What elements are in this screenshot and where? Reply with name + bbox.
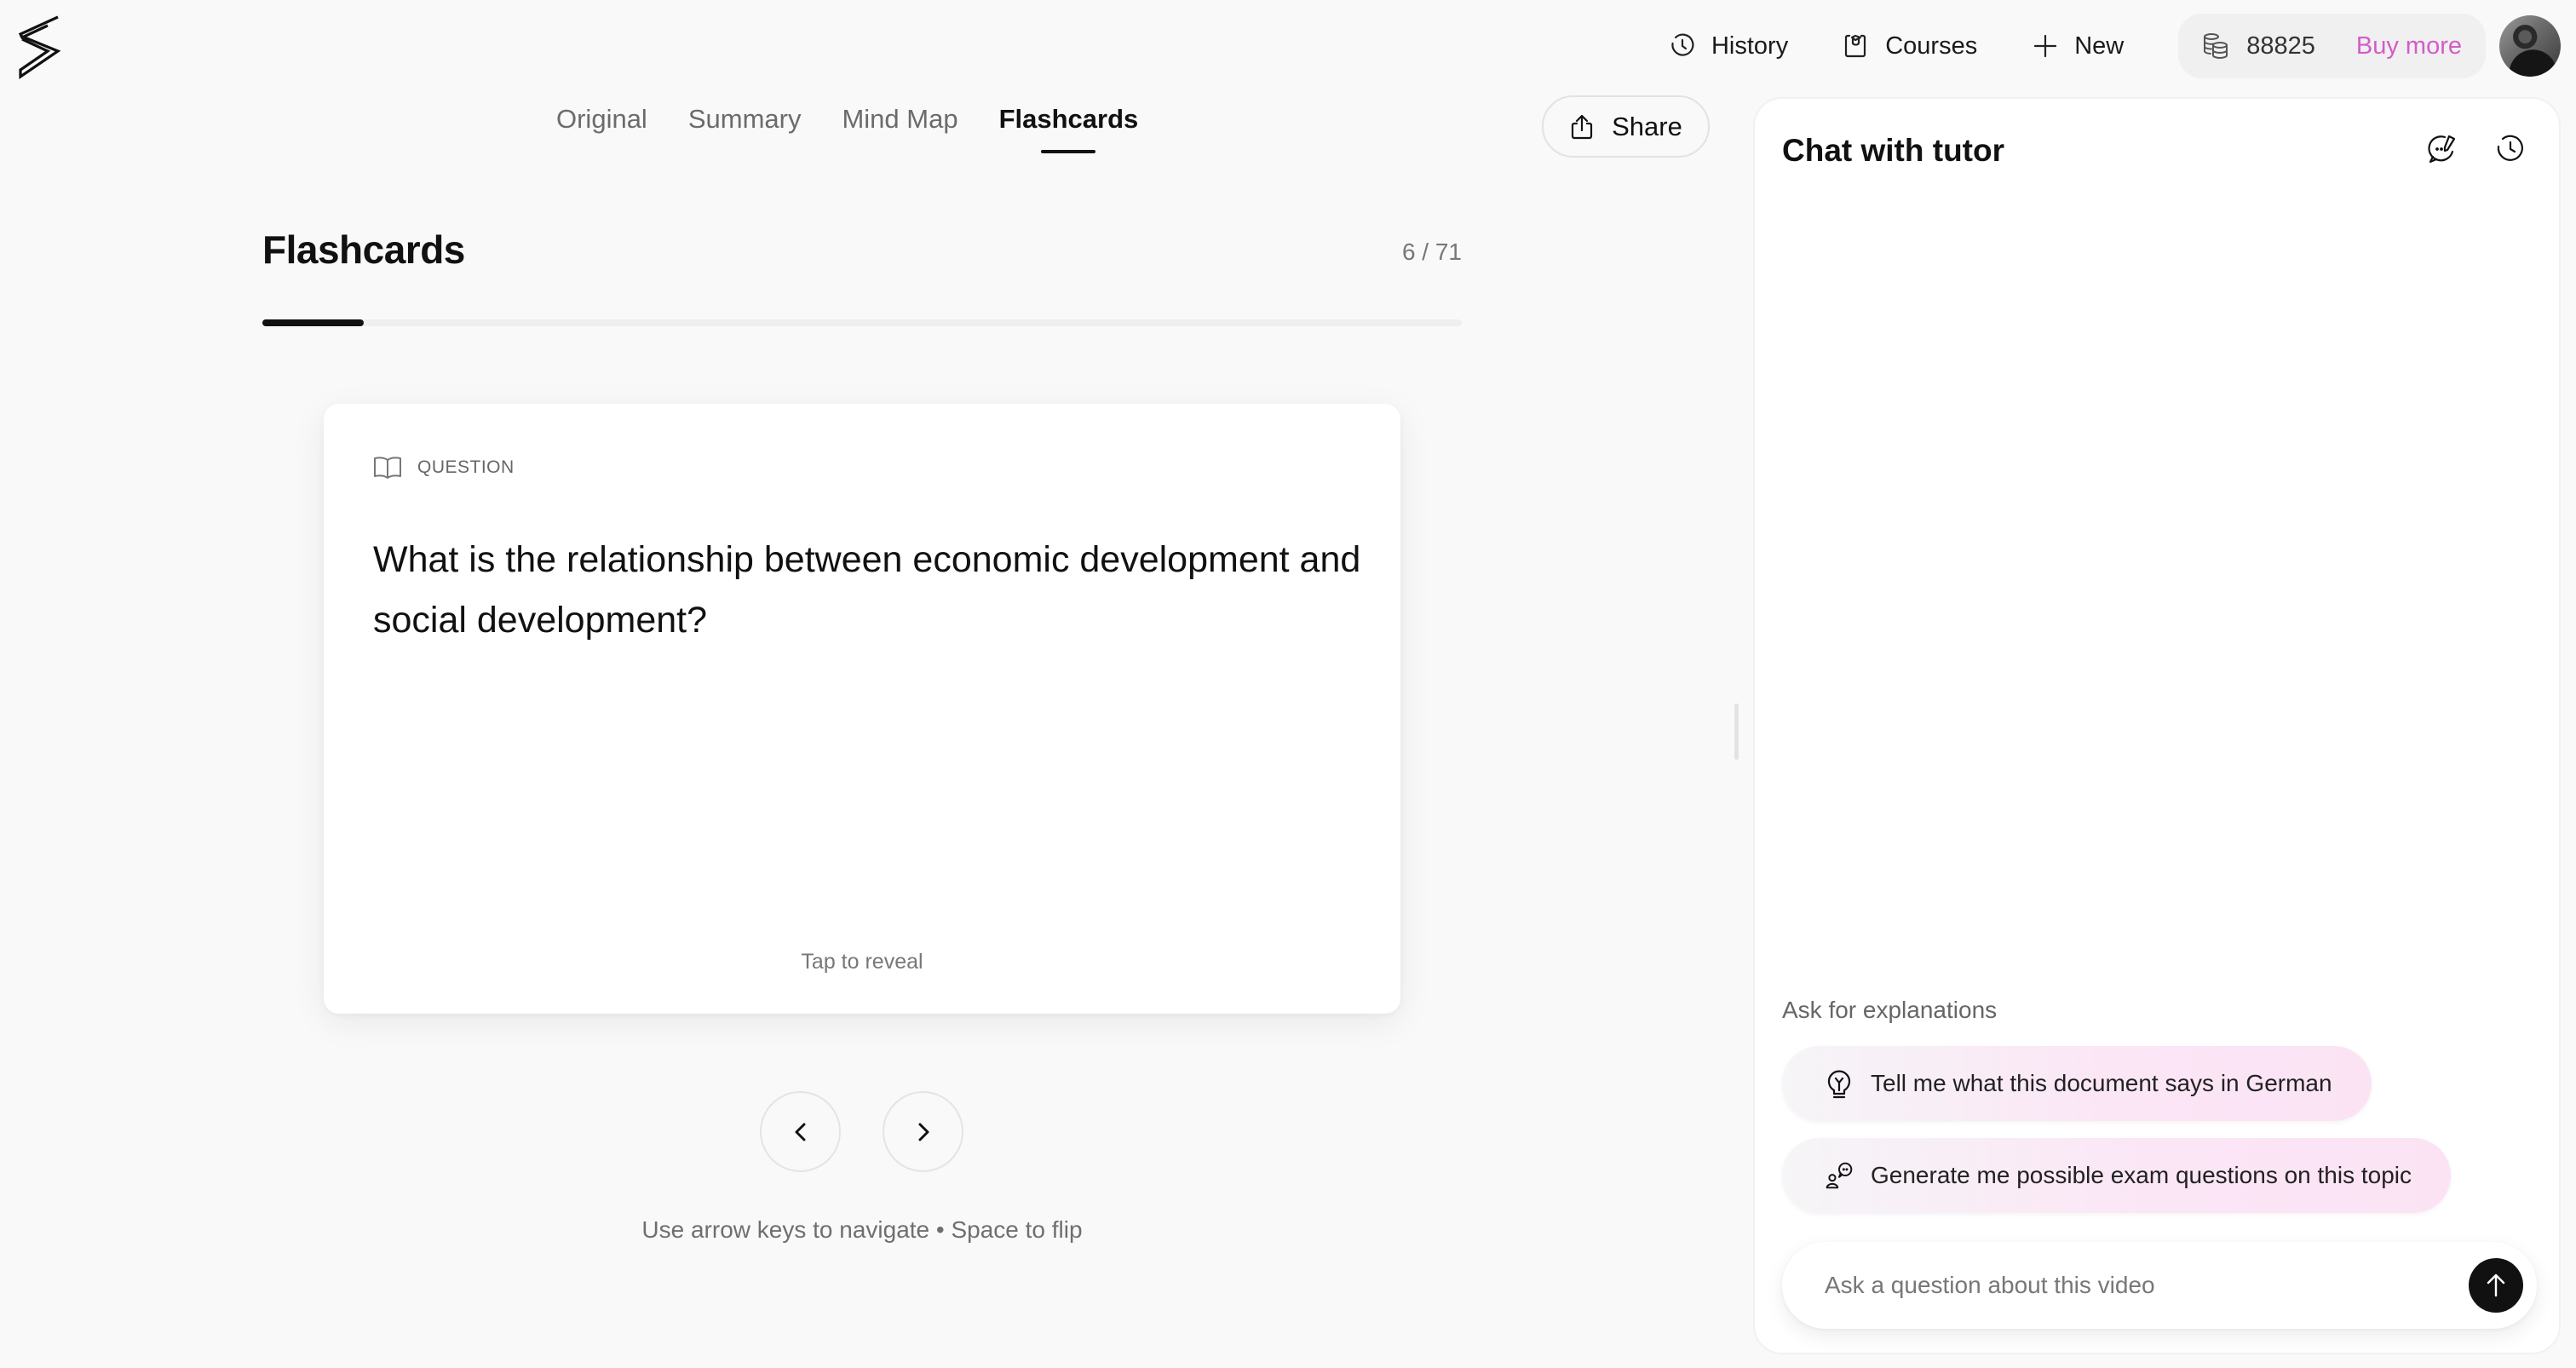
chevron-right-icon (918, 1123, 929, 1141)
top-navigation: History Courses New 88825 Buy more (1669, 14, 2561, 78)
chat-input[interactable] (1825, 1272, 2469, 1299)
keyboard-hint: Use arrow keys to navigate • Space to fl… (641, 1216, 1083, 1243)
credits-balance: 88825 (2246, 32, 2315, 60)
next-card-button[interactable] (883, 1091, 963, 1172)
chat-input-container (1782, 1242, 2537, 1329)
suggestion-text: Generate me possible exam questions on t… (1871, 1162, 2412, 1188)
card-type-label: QUESTION (373, 455, 515, 480)
history-label: History (1711, 32, 1789, 60)
previous-card-button[interactable] (760, 1091, 841, 1172)
suggestion-german-translation[interactable]: Tell me what this document says in Germa… (1782, 1046, 2372, 1121)
history-clock-icon (1671, 33, 1694, 56)
lightbulb-icon (1827, 1070, 1851, 1099)
share-upload-icon (1572, 114, 1593, 139)
share-button[interactable]: Share (1542, 95, 1710, 158)
courses-button[interactable]: Courses (1843, 32, 1977, 60)
open-book-icon (374, 457, 401, 479)
user-avatar[interactable] (2499, 15, 2561, 77)
coins-stack-icon (2204, 33, 2228, 59)
tab-summary[interactable]: Summary (688, 104, 802, 150)
view-tabs: Original Summary Mind Map Flashcards (556, 104, 1138, 150)
flashcard[interactable]: QUESTION What is the relationship betwee… (324, 404, 1400, 1014)
new-chat-icon (2428, 135, 2456, 164)
arrow-up-icon (2487, 1273, 2505, 1297)
send-button[interactable] (2469, 1258, 2523, 1313)
panel-resize-handle[interactable] (1734, 704, 1739, 760)
suggestion-text: Tell me what this document says in Germa… (1871, 1070, 2332, 1096)
courses-icon (1845, 34, 1866, 58)
suggestion-exam-questions[interactable]: Generate me possible exam questions on t… (1782, 1138, 2452, 1213)
buy-more-link[interactable]: Buy more (2356, 32, 2462, 60)
history-button[interactable]: History (1669, 32, 1788, 60)
chat-header-actions (2426, 133, 2527, 165)
page-title: Flashcards (262, 227, 465, 272)
chat-panel: Chat with tutor Ask for explanations Tel… (1753, 97, 2561, 1354)
person-speech-icon (1826, 1162, 1853, 1189)
card-counter: 6 / 71 (1401, 239, 1462, 265)
new-button[interactable]: New (2032, 32, 2124, 60)
app-logo[interactable] (15, 14, 66, 80)
card-type-text: QUESTION (417, 457, 515, 477)
progress-bar (262, 319, 1462, 326)
courses-label: Courses (1885, 32, 1978, 60)
chat-history-icon (2497, 135, 2523, 161)
card-question: What is the relationship between economi… (373, 539, 1361, 641)
new-chat-button[interactable] (2426, 133, 2458, 165)
plus-icon (2034, 34, 2057, 58)
tab-mind-map[interactable]: Mind Map (842, 104, 957, 150)
suggestions-label: Ask for explanations (1782, 997, 1998, 1023)
chat-title: Chat with tutor (1782, 133, 2005, 168)
lightning-s-logo-icon (18, 15, 61, 80)
tab-original[interactable]: Original (556, 104, 647, 150)
tab-flashcards[interactable]: Flashcards (999, 104, 1139, 150)
progress-fill (262, 319, 364, 326)
new-label: New (2074, 32, 2125, 60)
credits-pill: 88825 Buy more (2178, 14, 2486, 78)
chevron-left-icon (795, 1123, 805, 1141)
chat-history-button[interactable] (2494, 133, 2527, 165)
tap-to-reveal-hint: Tap to reveal (801, 950, 923, 974)
share-label: Share (1612, 111, 1682, 141)
